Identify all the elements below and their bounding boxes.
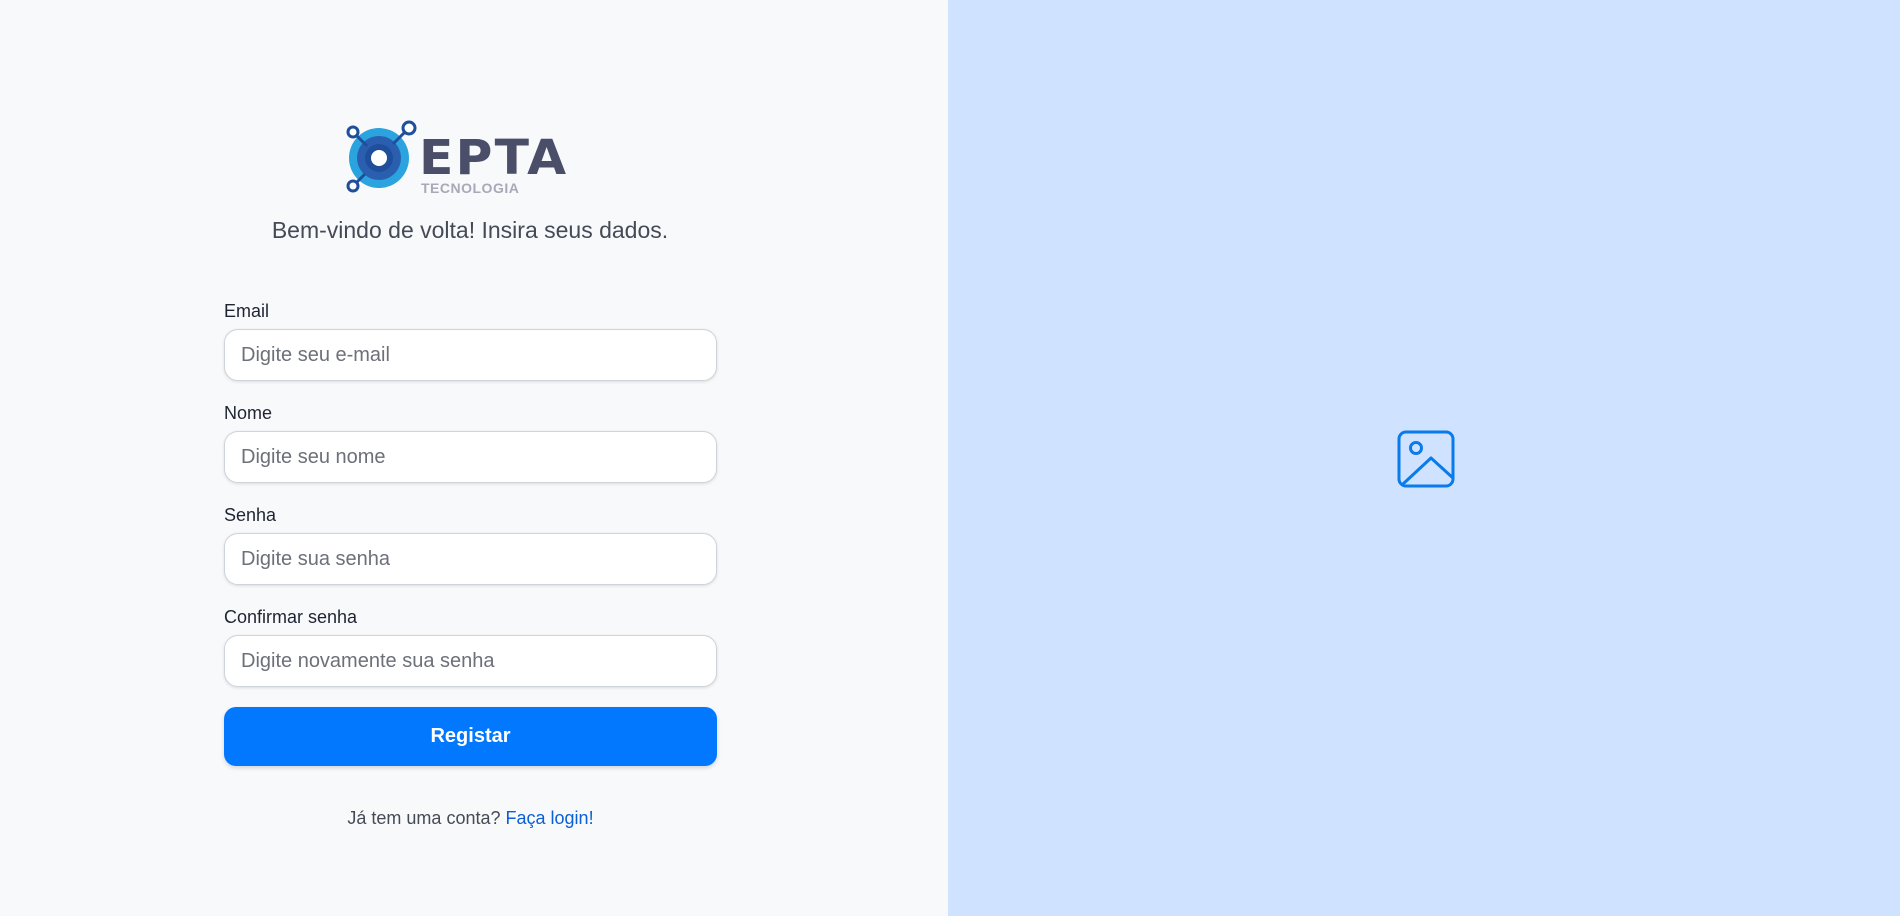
confirm-password-field[interactable] [224, 635, 717, 687]
welcome-subtitle: Bem-vindo de volta! Insira seus dados. [271, 217, 669, 243]
logo-mark-icon [346, 120, 417, 193]
image-icon [1397, 430, 1455, 488]
register-button[interactable]: Registar [224, 707, 717, 766]
login-prompt-text: Já tem uma conta? [347, 808, 501, 828]
confirm-password-label: Confirmar senha [224, 607, 358, 627]
logo-wordmark: EPTA [419, 130, 569, 186]
email-field[interactable] [224, 329, 717, 381]
login-prompt: Já tem uma conta? Faça login! [224, 808, 717, 829]
register-panel: EPTA TECNOLOGIA Bem-vindo de volta! Insi… [0, 0, 948, 916]
name-label: Nome [224, 403, 273, 423]
brand-logo: EPTA TECNOLOGIA [345, 120, 605, 198]
email-label: Email [224, 301, 270, 321]
name-field[interactable] [224, 431, 717, 483]
login-link[interactable]: Faça login! [506, 808, 594, 828]
logo-tagline: TECNOLOGIA [421, 180, 520, 196]
password-label: Senha [224, 505, 277, 525]
password-field[interactable] [224, 533, 717, 585]
